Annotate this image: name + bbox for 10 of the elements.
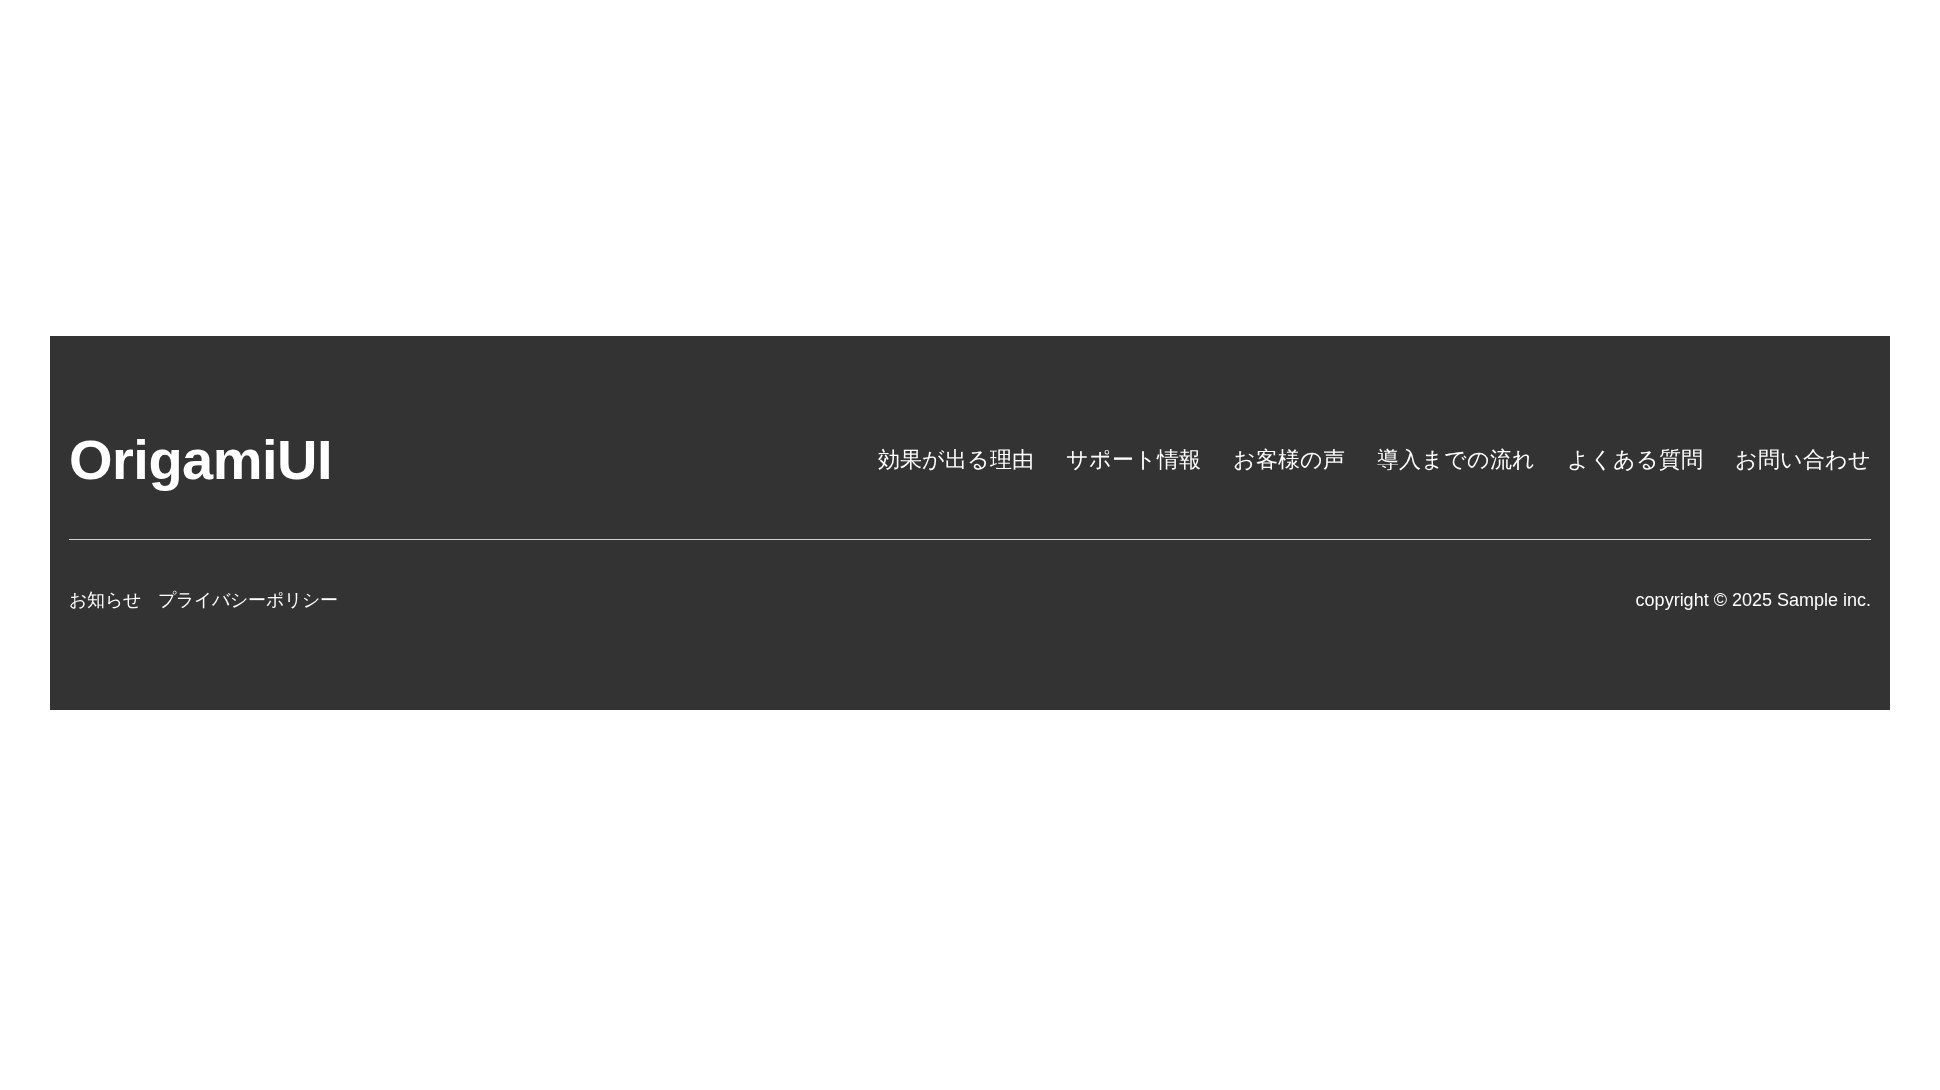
nav-link[interactable]: お客様の声: [1233, 445, 1345, 475]
logo[interactable]: OrigamiUI: [69, 425, 333, 495]
nav-link[interactable]: よくある質問: [1567, 445, 1703, 475]
nav-link[interactable]: お問い合わせ: [1735, 445, 1871, 475]
nav-link[interactable]: 効果が出る理由: [878, 445, 1034, 475]
copyright-text: copyright © 2025 Sample inc.: [1635, 589, 1871, 612]
nav-link[interactable]: サポート情報: [1066, 445, 1201, 475]
nav-link[interactable]: 導入までの流れ: [1377, 445, 1535, 475]
footer-link[interactable]: お知らせ: [69, 587, 141, 613]
footer-link[interactable]: プライバシーポリシー: [158, 587, 338, 613]
